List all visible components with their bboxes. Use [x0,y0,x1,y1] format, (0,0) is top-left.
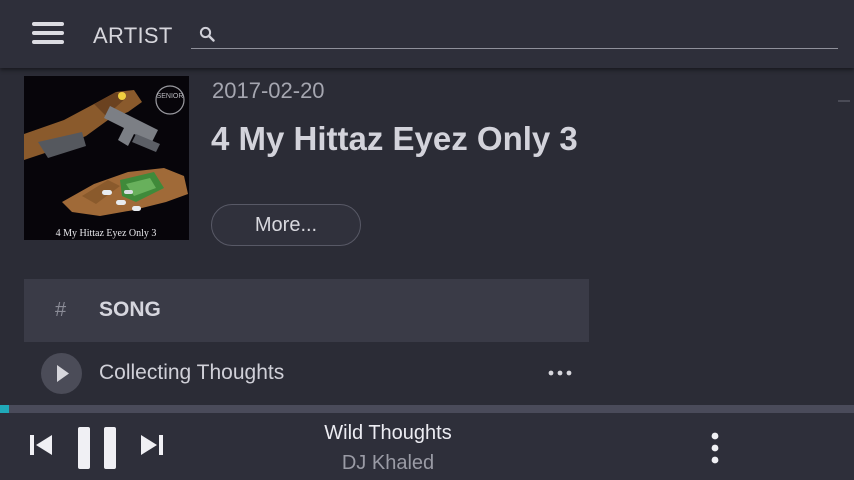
song-title: Collecting Thoughts [99,361,285,384]
more-horizontal-icon [548,370,572,376]
pause-icon[interactable] [76,426,118,470]
song-list-item[interactable]: Collecting Thoughts [24,342,589,405]
cover-caption: 4 My Hittaz Eyez Only 3 [56,228,157,239]
hamburger-menu-icon[interactable] [30,20,68,48]
skip-previous-icon[interactable] [28,433,54,457]
now-playing-artist: DJ Khaled [341,452,435,474]
skip-next-icon[interactable] [139,433,165,457]
search-bar[interactable] [191,20,838,49]
search-input[interactable] [225,22,825,46]
album-release-date: 2017-02-20 [212,78,325,103]
album-view: SENIOR 4 My Hittaz Eyez Only 3 2017-02-2… [0,68,854,405]
more-button[interactable]: More... [211,204,361,246]
scrollbar[interactable] [838,100,850,102]
play-song-button[interactable] [41,353,82,394]
more-vertical-icon[interactable] [704,431,726,465]
playback-progress-fill [0,405,9,413]
column-header-number: # [55,299,67,321]
album-title: 4 My Hittaz Eyez Only 3 [211,120,578,157]
now-playing-title: Wild Thoughts [324,422,452,444]
song-list-header: # SONG [24,279,589,342]
album-cover-art: SENIOR 4 My Hittaz Eyez Only 3 [24,76,189,240]
play-icon [57,365,69,382]
column-header-song[interactable]: SONG [99,298,161,322]
cover-stamp-text: SENIOR [157,93,184,100]
page-title: ARTIST [93,23,173,48]
playback-progress-bar[interactable] [0,405,854,413]
top-app-bar: ARTIST [0,0,854,68]
search-icon [199,26,215,42]
song-options-button[interactable] [542,356,578,390]
now-playing-bar: Wild Thoughts DJ Khaled [0,413,854,480]
